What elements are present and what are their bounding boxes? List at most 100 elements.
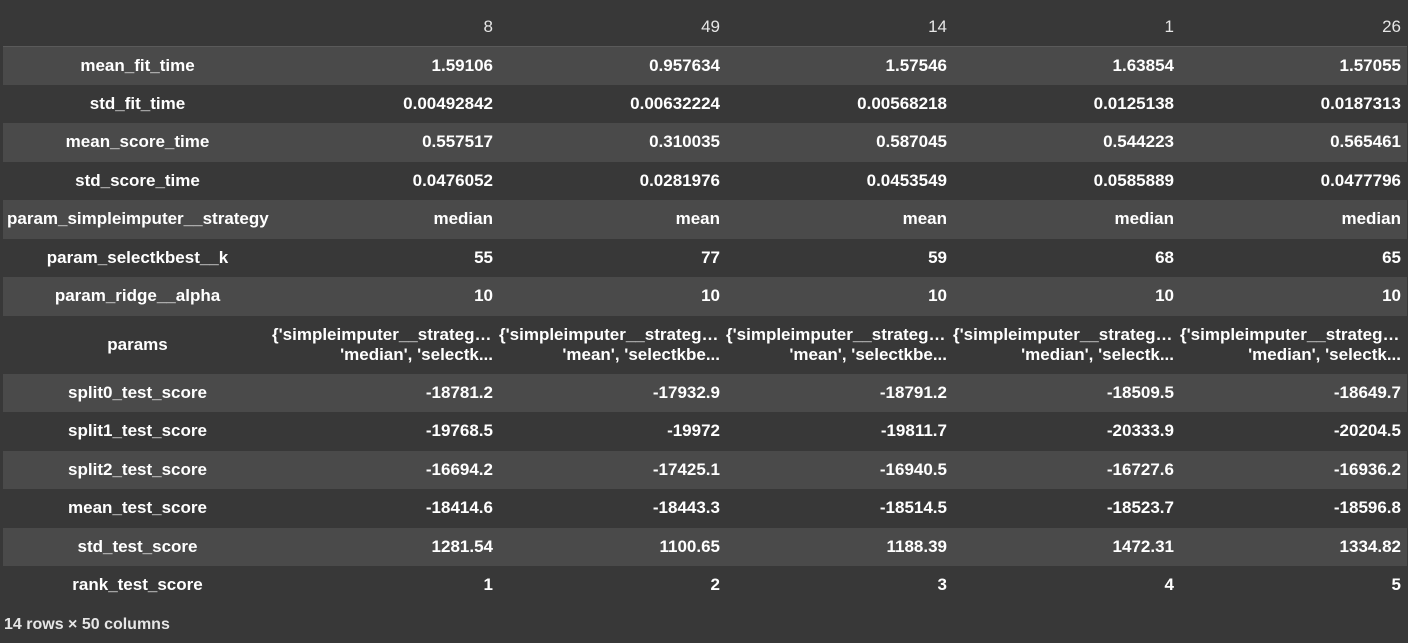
- table-row: split2_test_score -16694.2 -17425.1 -16940.…: [3, 450, 1407, 489]
- table-cell: -17425.1: [652, 459, 720, 479]
- table-cell: 5: [1391, 575, 1401, 595]
- header-row: 8 49 14 1 26: [3, 8, 1407, 47]
- table-row: std_test_score 1281.54 1100.65 1188.39 1472.…: [3, 527, 1407, 566]
- row-label: rank_test_score: [72, 575, 203, 595]
- row-label: split1_test_score: [68, 421, 207, 441]
- table-cell: 0.557517: [422, 132, 493, 152]
- table-cell: 1.63854: [1112, 55, 1174, 75]
- table-cell: -18596.8: [1333, 498, 1401, 518]
- table-cell: 0.310035: [649, 132, 720, 152]
- table-cell: 10: [701, 286, 720, 306]
- table-row: split0_test_score -18781.2 -17932.9 -18791.…: [3, 373, 1407, 412]
- table-row: rank_test_score 1 2 3 4 5: [3, 566, 1407, 605]
- table-cell: -20204.5: [1333, 421, 1401, 441]
- table-cell: -20333.9: [1106, 421, 1174, 441]
- table-row: mean_fit_time 1.59106 0.957634 1.57546 1.638…: [3, 46, 1407, 85]
- column-header: 1: [953, 8, 1180, 47]
- table-cell: mean: [902, 209, 947, 229]
- table-cell: {'simpleimputer__strategy':'median', 'se…: [1180, 316, 1407, 374]
- cell-line: {'simpleimputer__strategy':: [726, 324, 947, 344]
- cell-line: {'simpleimputer__strategy':: [1180, 324, 1401, 344]
- table-cell: -18509.5: [1106, 382, 1174, 402]
- table-cell: -16694.2: [425, 459, 493, 479]
- cell-line: 'median', 'selectk...: [1248, 344, 1401, 364]
- table-cell: median: [1341, 209, 1401, 229]
- table-cell: 10: [1155, 286, 1174, 306]
- table-cell: -18781.2: [425, 382, 493, 402]
- row-label: split2_test_score: [68, 459, 207, 479]
- table-row: std_score_time 0.0476052 0.0281976 0.045354…: [3, 161, 1407, 200]
- cell-line: 'median', 'selectk...: [1021, 344, 1174, 364]
- table-cell: 1.59106: [431, 55, 493, 75]
- table-cell: 0.0281976: [639, 170, 720, 190]
- column-header: 26: [1180, 8, 1407, 47]
- table-cell: 55: [474, 247, 493, 267]
- table-row: params {'simpleimputer__strategy':'median…: [3, 315, 1407, 374]
- table-cell: -18523.7: [1106, 498, 1174, 518]
- table-cell: {'simpleimputer__strategy':'median', 'se…: [272, 316, 499, 374]
- row-label: mean_fit_time: [80, 55, 195, 75]
- table-cell: -16940.5: [879, 459, 947, 479]
- table-header: 8 49 14 1 26: [3, 8, 1407, 47]
- table-cell: -18414.6: [425, 498, 493, 518]
- table-cell: 1100.65: [659, 536, 720, 556]
- table-cell: 10: [928, 286, 947, 306]
- table-cell: {'simpleimputer__strategy':'mean', 'sele…: [499, 316, 726, 374]
- table-shape-label: 14 rows × 50 columns: [4, 616, 170, 633]
- cell-line: 'mean', 'selectkbe...: [789, 344, 947, 364]
- table-cell: -18649.7: [1333, 382, 1401, 402]
- column-header: 8: [272, 8, 499, 47]
- row-label: mean_score_time: [65, 132, 210, 152]
- table-cell: -19768.5: [425, 421, 493, 441]
- table-cell: 10: [1382, 286, 1401, 306]
- table-cell: {'simpleimputer__strategy':'median', 'se…: [953, 316, 1180, 374]
- table-cell: median: [433, 209, 493, 229]
- column-header: 14: [726, 8, 953, 47]
- cell-line: {'simpleimputer__strategy':: [272, 324, 493, 344]
- table-cell: 0.00492842: [403, 93, 493, 113]
- table-cell: 0.0477796: [1320, 170, 1401, 190]
- row-label: std_test_score: [77, 536, 198, 556]
- table-cell: -16936.2: [1333, 459, 1401, 479]
- dataframe-table: 8 49 14 1 26 mean_fit_time 1.59106 0.95763…: [3, 8, 1407, 605]
- row-label: std_score_time: [75, 170, 200, 190]
- table-cell: -19972: [667, 421, 720, 441]
- index-header: [3, 8, 272, 47]
- table-cell: {'simpleimputer__strategy':'mean', 'sele…: [726, 316, 953, 374]
- table-cell: 10: [474, 286, 493, 306]
- table-cell: 0.00632224: [630, 93, 720, 113]
- row-label: param_simpleimputer__strategy: [7, 209, 269, 229]
- table-cell: 0.0453549: [866, 170, 947, 190]
- table-cell: 1188.39: [886, 536, 947, 556]
- cell-line: 'median', 'selectk...: [340, 344, 493, 364]
- table-row: param_selectkbest__k 55 77 59 68 65: [3, 238, 1407, 277]
- cell-line: {'simpleimputer__strategy':: [953, 324, 1174, 344]
- row-label: params: [107, 334, 168, 354]
- table-cell: 0.565461: [1330, 132, 1401, 152]
- table-cell: 1.57546: [885, 55, 947, 75]
- table-cell: 1334.82: [1339, 536, 1401, 556]
- table-cell: -18791.2: [879, 382, 947, 402]
- table-cell: 0.0585889: [1093, 170, 1174, 190]
- table-cell: -19811.7: [880, 421, 947, 441]
- table-cell: 4: [1164, 575, 1174, 595]
- row-label: param_selectkbest__k: [46, 247, 229, 267]
- table-cell: 3: [937, 575, 947, 595]
- table-row: split1_test_score -19768.5 -19972 -19811.7 -…: [3, 412, 1407, 451]
- table-cell: 0.544223: [1103, 132, 1174, 152]
- cell-line: 'mean', 'selectkbe...: [562, 344, 720, 364]
- table-cell: 1281.54: [431, 536, 493, 556]
- table-cell: -16727.6: [1106, 459, 1174, 479]
- table-row: std_fit_time 0.00492842 0.00632224 0.005682…: [3, 84, 1407, 123]
- table-cell: 0.0187313: [1320, 93, 1401, 113]
- table-cell: 0.00568218: [857, 93, 947, 113]
- dataframe-output: 8 49 14 1 26 mean_fit_time 1.59106 0.95763…: [3, 8, 1407, 605]
- table-cell: 0.0125138: [1093, 93, 1174, 113]
- row-label: split0_test_score: [68, 382, 207, 402]
- table-cell: 59: [928, 247, 947, 267]
- table-cell: 65: [1382, 247, 1401, 267]
- row-label: mean_test_score: [68, 498, 207, 518]
- table-cell: 1.57055: [1339, 55, 1401, 75]
- table-cell: -17932.9: [652, 382, 720, 402]
- row-label: std_fit_time: [89, 93, 186, 113]
